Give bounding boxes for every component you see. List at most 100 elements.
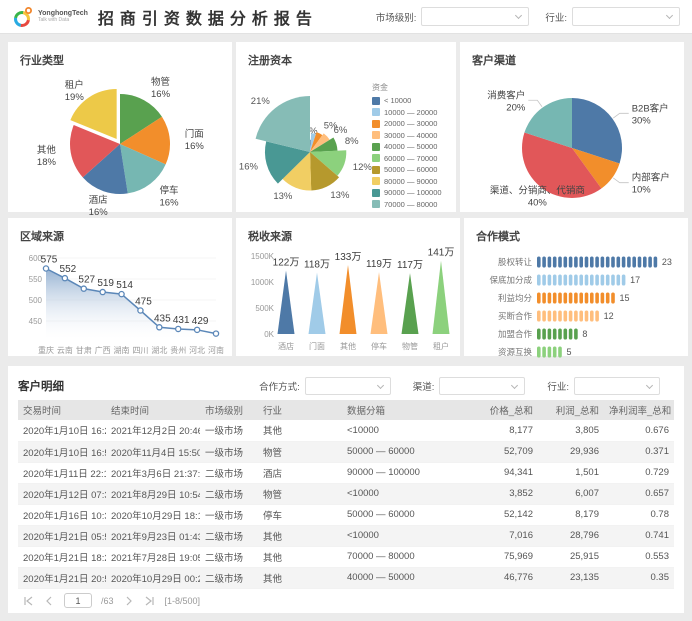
dot-pill[interactable]: [542, 257, 546, 268]
dot-pill[interactable]: [569, 311, 573, 322]
dot-pill[interactable]: [632, 257, 636, 268]
dot-pill[interactable]: [611, 257, 615, 268]
cooperation-dot-chart[interactable]: 股权转让23保底加分成17利益均分15买断合作12加盟合作8资源互换5: [476, 246, 678, 364]
table-row[interactable]: 2020年1月16日 10:34:122020年10月29日 18:11:5一级…: [18, 504, 674, 525]
dot-pill[interactable]: [569, 257, 573, 268]
dot-pill[interactable]: [579, 311, 583, 322]
dot-pill[interactable]: [537, 275, 541, 286]
dot-pill[interactable]: [606, 257, 610, 268]
dot-pill[interactable]: [537, 329, 541, 340]
dot-pill[interactable]: [542, 275, 546, 286]
dot-pill[interactable]: [553, 293, 557, 304]
dot-pill[interactable]: [617, 257, 621, 268]
dot-pill[interactable]: [542, 293, 546, 304]
legend-item[interactable]: 60000 — 70000: [372, 153, 442, 165]
capital-rose-chart[interactable]: 1%5%6%8%12%13%13%16%21%: [248, 70, 372, 218]
funnel-cone-其他[interactable]: [340, 265, 357, 334]
legend-item[interactable]: 50000 — 60000: [372, 164, 442, 176]
dot-pill[interactable]: [537, 257, 541, 268]
dot-pill[interactable]: [585, 275, 589, 286]
dot-pill[interactable]: [654, 257, 658, 268]
dot-pill[interactable]: [606, 293, 610, 304]
data-point-湖北[interactable]: [157, 325, 162, 330]
data-point-河南[interactable]: [213, 331, 218, 336]
legend-item[interactable]: 20000 — 30000: [372, 118, 442, 130]
dot-pill[interactable]: [590, 275, 594, 286]
dot-pill[interactable]: [585, 257, 589, 268]
data-point-贵州[interactable]: [176, 326, 181, 331]
next-page-button[interactable]: [123, 595, 135, 607]
industry-pie-chart[interactable]: 物管16%门面16%停车16%酒店16%其他18%租户19%: [20, 70, 222, 218]
dot-pill[interactable]: [542, 347, 546, 358]
dot-pill[interactable]: [553, 311, 557, 322]
dot-pill[interactable]: [564, 275, 568, 286]
dot-pill[interactable]: [627, 257, 631, 268]
legend-item[interactable]: 30000 — 40000: [372, 130, 442, 142]
channel-pie-chart[interactable]: B2B客户30%内部客户10%渠道、分销商、代销商40%消费客户20%: [472, 70, 674, 218]
dot-pill[interactable]: [574, 293, 578, 304]
dot-pill[interactable]: [643, 257, 647, 268]
dot-pill[interactable]: [590, 293, 594, 304]
data-point-湖南[interactable]: [119, 292, 124, 297]
table-row[interactable]: 2020年1月21日 18:25:272021年7月28日 19:05:45二级…: [18, 546, 674, 567]
dot-pill[interactable]: [564, 257, 568, 268]
dot-pill[interactable]: [537, 293, 541, 304]
dot-pill[interactable]: [611, 293, 615, 304]
table-row[interactable]: 2020年1月21日 20:52:012020年10月29日 00:25:0二级…: [18, 567, 674, 588]
dot-pill[interactable]: [537, 311, 541, 322]
dot-pill[interactable]: [537, 347, 541, 358]
dot-pill[interactable]: [595, 275, 599, 286]
funnel-cone-物管[interactable]: [402, 273, 419, 334]
dot-pill[interactable]: [558, 293, 562, 304]
tax-funnel-chart[interactable]: 0K500K1000K1500K122万酒店118万门面133万其他119万停车…: [248, 246, 450, 364]
dot-pill[interactable]: [579, 293, 583, 304]
table-row[interactable]: 2020年1月10日 16:23:452021年12月2日 20:46:24一级…: [18, 420, 674, 441]
dot-pill[interactable]: [569, 275, 573, 286]
dot-pill[interactable]: [606, 275, 610, 286]
cooperation-select[interactable]: [305, 377, 391, 395]
dot-pill[interactable]: [595, 311, 599, 322]
dot-pill[interactable]: [548, 329, 552, 340]
dot-pill[interactable]: [548, 311, 552, 322]
dot-pill[interactable]: [574, 257, 578, 268]
data-point-重庆[interactable]: [43, 266, 48, 271]
funnel-cone-门面[interactable]: [309, 273, 326, 334]
legend-item[interactable]: 90000 — 100000: [372, 187, 442, 199]
table-industry-select[interactable]: [574, 377, 660, 395]
dot-pill[interactable]: [548, 275, 552, 286]
dot-pill[interactable]: [542, 311, 546, 322]
dot-pill[interactable]: [601, 257, 605, 268]
page-number-input[interactable]: 1: [64, 593, 92, 608]
dot-pill[interactable]: [558, 347, 562, 358]
dot-pill[interactable]: [579, 275, 583, 286]
data-point-四川[interactable]: [138, 308, 143, 313]
last-page-button[interactable]: [144, 595, 156, 607]
dot-pill[interactable]: [548, 293, 552, 304]
dot-pill[interactable]: [564, 311, 568, 322]
funnel-cone-停车[interactable]: [371, 272, 388, 334]
legend-item[interactable]: 80000 — 90000: [372, 176, 442, 188]
dot-pill[interactable]: [622, 275, 626, 286]
dot-pill[interactable]: [558, 257, 562, 268]
data-point-广西[interactable]: [100, 289, 105, 294]
legend-item[interactable]: 10000 — 20000: [372, 107, 442, 119]
funnel-cone-租户[interactable]: [433, 261, 450, 334]
dot-pill[interactable]: [558, 329, 562, 340]
table-row[interactable]: 2020年1月21日 05:55:422021年9月23日 01:43:40二级…: [18, 525, 674, 546]
first-page-button[interactable]: [22, 595, 34, 607]
legend-item[interactable]: 70000 — 80000: [372, 199, 442, 211]
dot-pill[interactable]: [564, 293, 568, 304]
dot-pill[interactable]: [638, 257, 642, 268]
dot-pill[interactable]: [569, 329, 573, 340]
table-row[interactable]: 2020年1月12日 07:37:012021年8月29日 10:54:53二级…: [18, 483, 674, 504]
dot-pill[interactable]: [590, 257, 594, 268]
industry-select[interactable]: [572, 7, 680, 26]
dot-pill[interactable]: [611, 275, 615, 286]
dot-pill[interactable]: [574, 275, 578, 286]
market-level-select[interactable]: [421, 7, 529, 26]
dot-pill[interactable]: [542, 329, 546, 340]
prev-page-button[interactable]: [43, 595, 55, 607]
dot-pill[interactable]: [585, 293, 589, 304]
dot-pill[interactable]: [585, 311, 589, 322]
data-point-云南[interactable]: [62, 276, 67, 281]
